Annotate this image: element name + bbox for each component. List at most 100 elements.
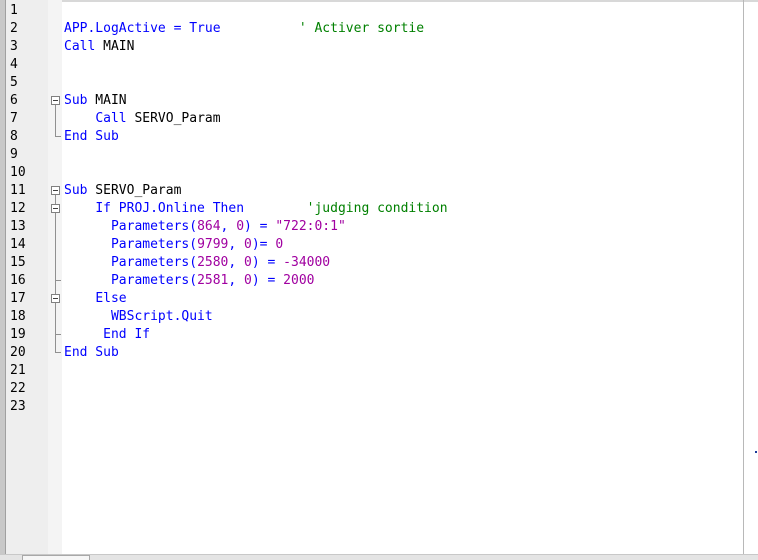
code-text[interactable]: Parameters(9799, 0)= 0 — [64, 236, 283, 254]
code-token: Call — [95, 111, 127, 126]
line-number: 18 — [10, 309, 26, 324]
code-line[interactable]: 15 Parameters(2580, 0) = -34000 — [0, 254, 743, 272]
code-line[interactable]: 7 Call SERVO_Param — [0, 110, 743, 128]
code-text[interactable]: Sub MAIN — [64, 92, 127, 110]
line-number: 14 — [10, 237, 26, 252]
code-token: , — [220, 219, 237, 234]
code-editor[interactable]: 1 2 APP.LogActive = True ' Activer sortie 3… — [0, 0, 758, 560]
code-token: 0 — [236, 219, 245, 234]
line-number: 9 — [10, 147, 18, 162]
code-line[interactable]: 1 — [0, 2, 743, 20]
code-text[interactable]: Sub SERVO_Param — [64, 182, 181, 200]
code-line[interactable]: 8 End Sub — [0, 128, 743, 146]
code-line[interactable]: 5 — [0, 74, 743, 92]
code-line[interactable]: 4 — [0, 56, 743, 74]
code-token: End Sub — [64, 129, 119, 144]
code-token: 0 — [244, 237, 252, 252]
code-token: -34000 — [283, 255, 331, 270]
code-line[interactable]: 10 — [0, 164, 743, 182]
line-number: 11 — [10, 183, 26, 198]
code-line[interactable]: 13 Parameters(864, 0) = "722:0:1" — [0, 218, 743, 236]
code-line[interactable]: 17 Else — [0, 290, 743, 308]
code-text[interactable]: Else — [64, 290, 127, 308]
code-token: , — [228, 273, 245, 288]
code-line[interactable]: 16 Parameters(2581, 0) = 2000 — [0, 272, 743, 290]
code-line[interactable]: 11 Sub SERVO_Param — [0, 182, 743, 200]
code-token: MAIN — [87, 93, 127, 108]
horizontal-scrollbar[interactable] — [0, 554, 758, 560]
code-line[interactable]: 9 — [0, 146, 743, 164]
code-text[interactable]: Call SERVO_Param — [64, 110, 221, 128]
line-number: 22 — [10, 381, 26, 396]
code-token: Sub — [64, 183, 88, 198]
scroll-marker — [755, 451, 757, 453]
code-line[interactable]: 2 APP.LogActive = True ' Activer sortie — [0, 20, 743, 38]
code-line[interactable]: 18 WBScript.Quit — [0, 308, 743, 326]
line-number: 15 — [10, 255, 26, 270]
line-number: 16 — [10, 273, 26, 288]
code-token: WBScript.Quit — [110, 309, 213, 324]
code-text[interactable]: If PROJ.Online Then 'judging condition — [64, 200, 448, 218]
code-line[interactable]: 14 Parameters(9799, 0)= 0 — [0, 236, 743, 254]
code-token: SERVO_Param — [126, 111, 221, 126]
code-token: 0 — [244, 255, 252, 270]
code-token: Parameters( — [110, 273, 198, 288]
line-number: 1 — [10, 3, 18, 18]
code-line[interactable]: 3 Call MAIN — [0, 38, 743, 56]
line-number: 3 — [10, 39, 18, 54]
code-line[interactable]: 22 — [0, 380, 743, 398]
code-token: Else — [95, 291, 127, 306]
code-token: ' Activer sortie — [298, 21, 425, 36]
code-text[interactable]: Parameters(864, 0) = "722:0:1" — [64, 218, 346, 236]
code-token: Call — [64, 39, 96, 54]
code-line[interactable]: 6 Sub MAIN — [0, 92, 743, 110]
code-text[interactable]: Parameters(2581, 0) = 2000 — [64, 272, 315, 290]
code-token: SERVO_Param — [87, 183, 182, 198]
code-token: Sub — [64, 93, 88, 108]
code-line[interactable]: 12 If PROJ.Online Then 'judging conditio… — [0, 200, 743, 218]
line-number: 12 — [10, 201, 26, 216]
code-token: 0 — [275, 237, 284, 252]
code-text[interactable]: Call MAIN — [64, 38, 134, 56]
code-text[interactable]: WBScript.Quit — [64, 308, 213, 326]
code-token: 9799 — [197, 237, 229, 252]
code-text[interactable]: APP.LogActive = True ' Activer sortie — [64, 20, 424, 38]
code-line[interactable]: 20 End Sub — [0, 344, 743, 362]
code-text[interactable]: End Sub — [64, 128, 119, 146]
code-line[interactable]: 23 — [0, 398, 743, 416]
line-number: 2 — [10, 21, 18, 36]
line-number: 10 — [10, 165, 26, 180]
code-token: If PROJ.Online Then — [95, 201, 245, 216]
code-token: 2580 — [197, 255, 229, 270]
horizontal-scrollbar-thumb[interactable] — [22, 555, 90, 560]
code-text[interactable]: Parameters(2580, 0) = -34000 — [64, 254, 330, 272]
code-token: ) = — [244, 219, 276, 234]
code-token: ) = — [251, 273, 284, 288]
code-text[interactable]: End If — [64, 326, 150, 344]
line-number: 13 — [10, 219, 26, 234]
code-token: 'judging condition — [306, 201, 448, 216]
code-token: Parameters( — [110, 237, 198, 252]
code-text[interactable]: End Sub — [64, 344, 119, 362]
line-number: 5 — [10, 75, 18, 90]
line-number: 6 — [10, 93, 18, 108]
code-token: 864 — [197, 219, 221, 234]
line-number: 23 — [10, 399, 26, 414]
code-token: ) = — [251, 255, 284, 270]
line-number: 19 — [10, 327, 26, 342]
code-token: , — [228, 237, 245, 252]
code-line[interactable]: 21 — [0, 362, 743, 380]
code-line[interactable]: 19 End If — [0, 326, 743, 344]
code-token: APP.LogActive = True — [64, 21, 221, 36]
code-token: Parameters( — [110, 219, 198, 234]
line-number: 20 — [10, 345, 26, 360]
